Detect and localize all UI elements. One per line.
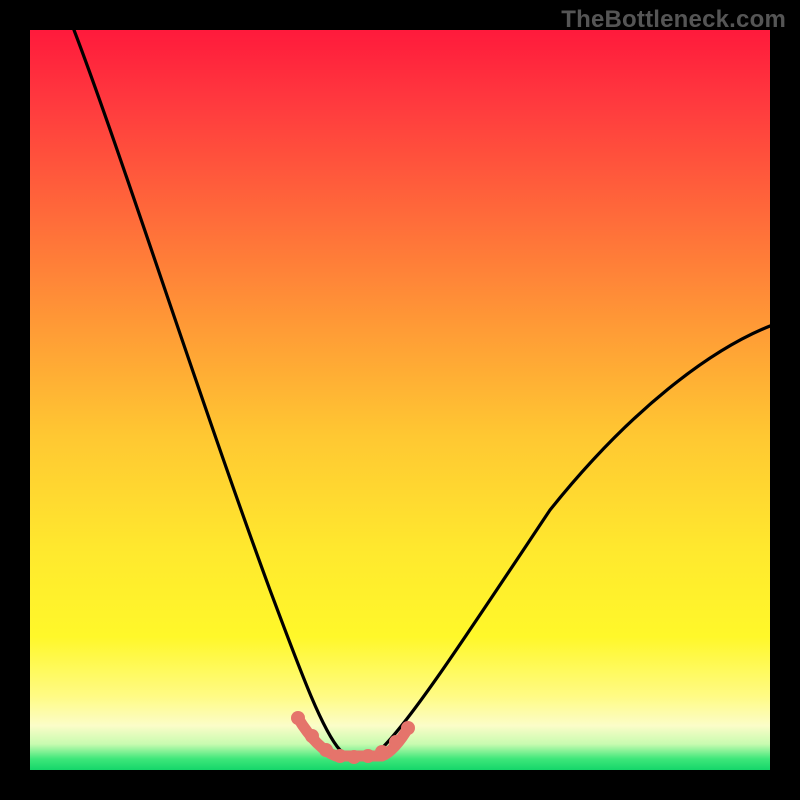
black-curve [74, 30, 770, 759]
chart-plot-area [30, 30, 770, 770]
pink-valley-dots [291, 711, 415, 764]
chart-overlay [30, 30, 770, 770]
app-frame: TheBottleneck.com [0, 0, 800, 800]
